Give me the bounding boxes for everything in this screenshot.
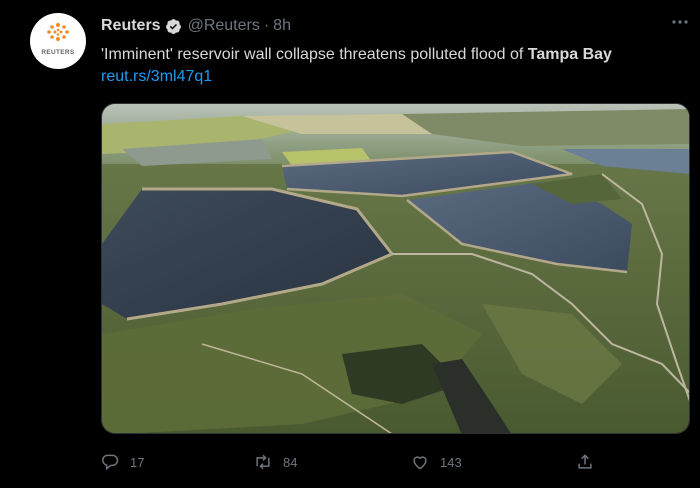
- retweet-icon: [256, 454, 270, 470]
- like-icon: [413, 456, 427, 470]
- handle[interactable]: @Reuters: [188, 17, 260, 35]
- retweet-count: 84: [283, 454, 298, 470]
- avatar-text: REUTERS: [41, 49, 75, 56]
- share-button[interactable]: [575, 450, 595, 474]
- separator-dot: ·: [263, 17, 270, 34]
- display-name[interactable]: Reuters: [101, 17, 161, 35]
- retweet-button[interactable]: 84: [253, 450, 297, 474]
- reuters-logo-icon: [47, 23, 69, 41]
- tweet-text: 'Imminent' reservoir wall collapse threa…: [101, 45, 686, 65]
- tweet-link[interactable]: reut.rs/3ml47q1: [101, 68, 212, 86]
- aerial-reservoir-photo: [102, 104, 689, 433]
- tweet-text-bold: Tampa Bay: [527, 46, 612, 63]
- share-icon: [578, 454, 592, 469]
- avatar[interactable]: REUTERS: [30, 13, 86, 69]
- reply-count: 17: [130, 454, 145, 470]
- action-bar: 17 84 143: [100, 450, 620, 474]
- timestamp[interactable]: 8h: [273, 17, 291, 35]
- tweet-text-main: 'Imminent' reservoir wall collapse threa…: [101, 46, 528, 63]
- tweet-photo[interactable]: [101, 103, 690, 434]
- like-button[interactable]: 143: [410, 450, 462, 474]
- more-icon[interactable]: [670, 12, 690, 32]
- reply-button[interactable]: 17: [100, 450, 144, 474]
- verified-badge-icon: [165, 18, 181, 34]
- like-count: 143: [440, 454, 462, 470]
- reply-icon: [102, 454, 119, 471]
- tweet-header: Reuters @Reuters · 8h: [101, 15, 291, 37]
- tweet[interactable]: REUTERS Reuters @Reuters · 8h 'Imminent'…: [0, 0, 700, 488]
